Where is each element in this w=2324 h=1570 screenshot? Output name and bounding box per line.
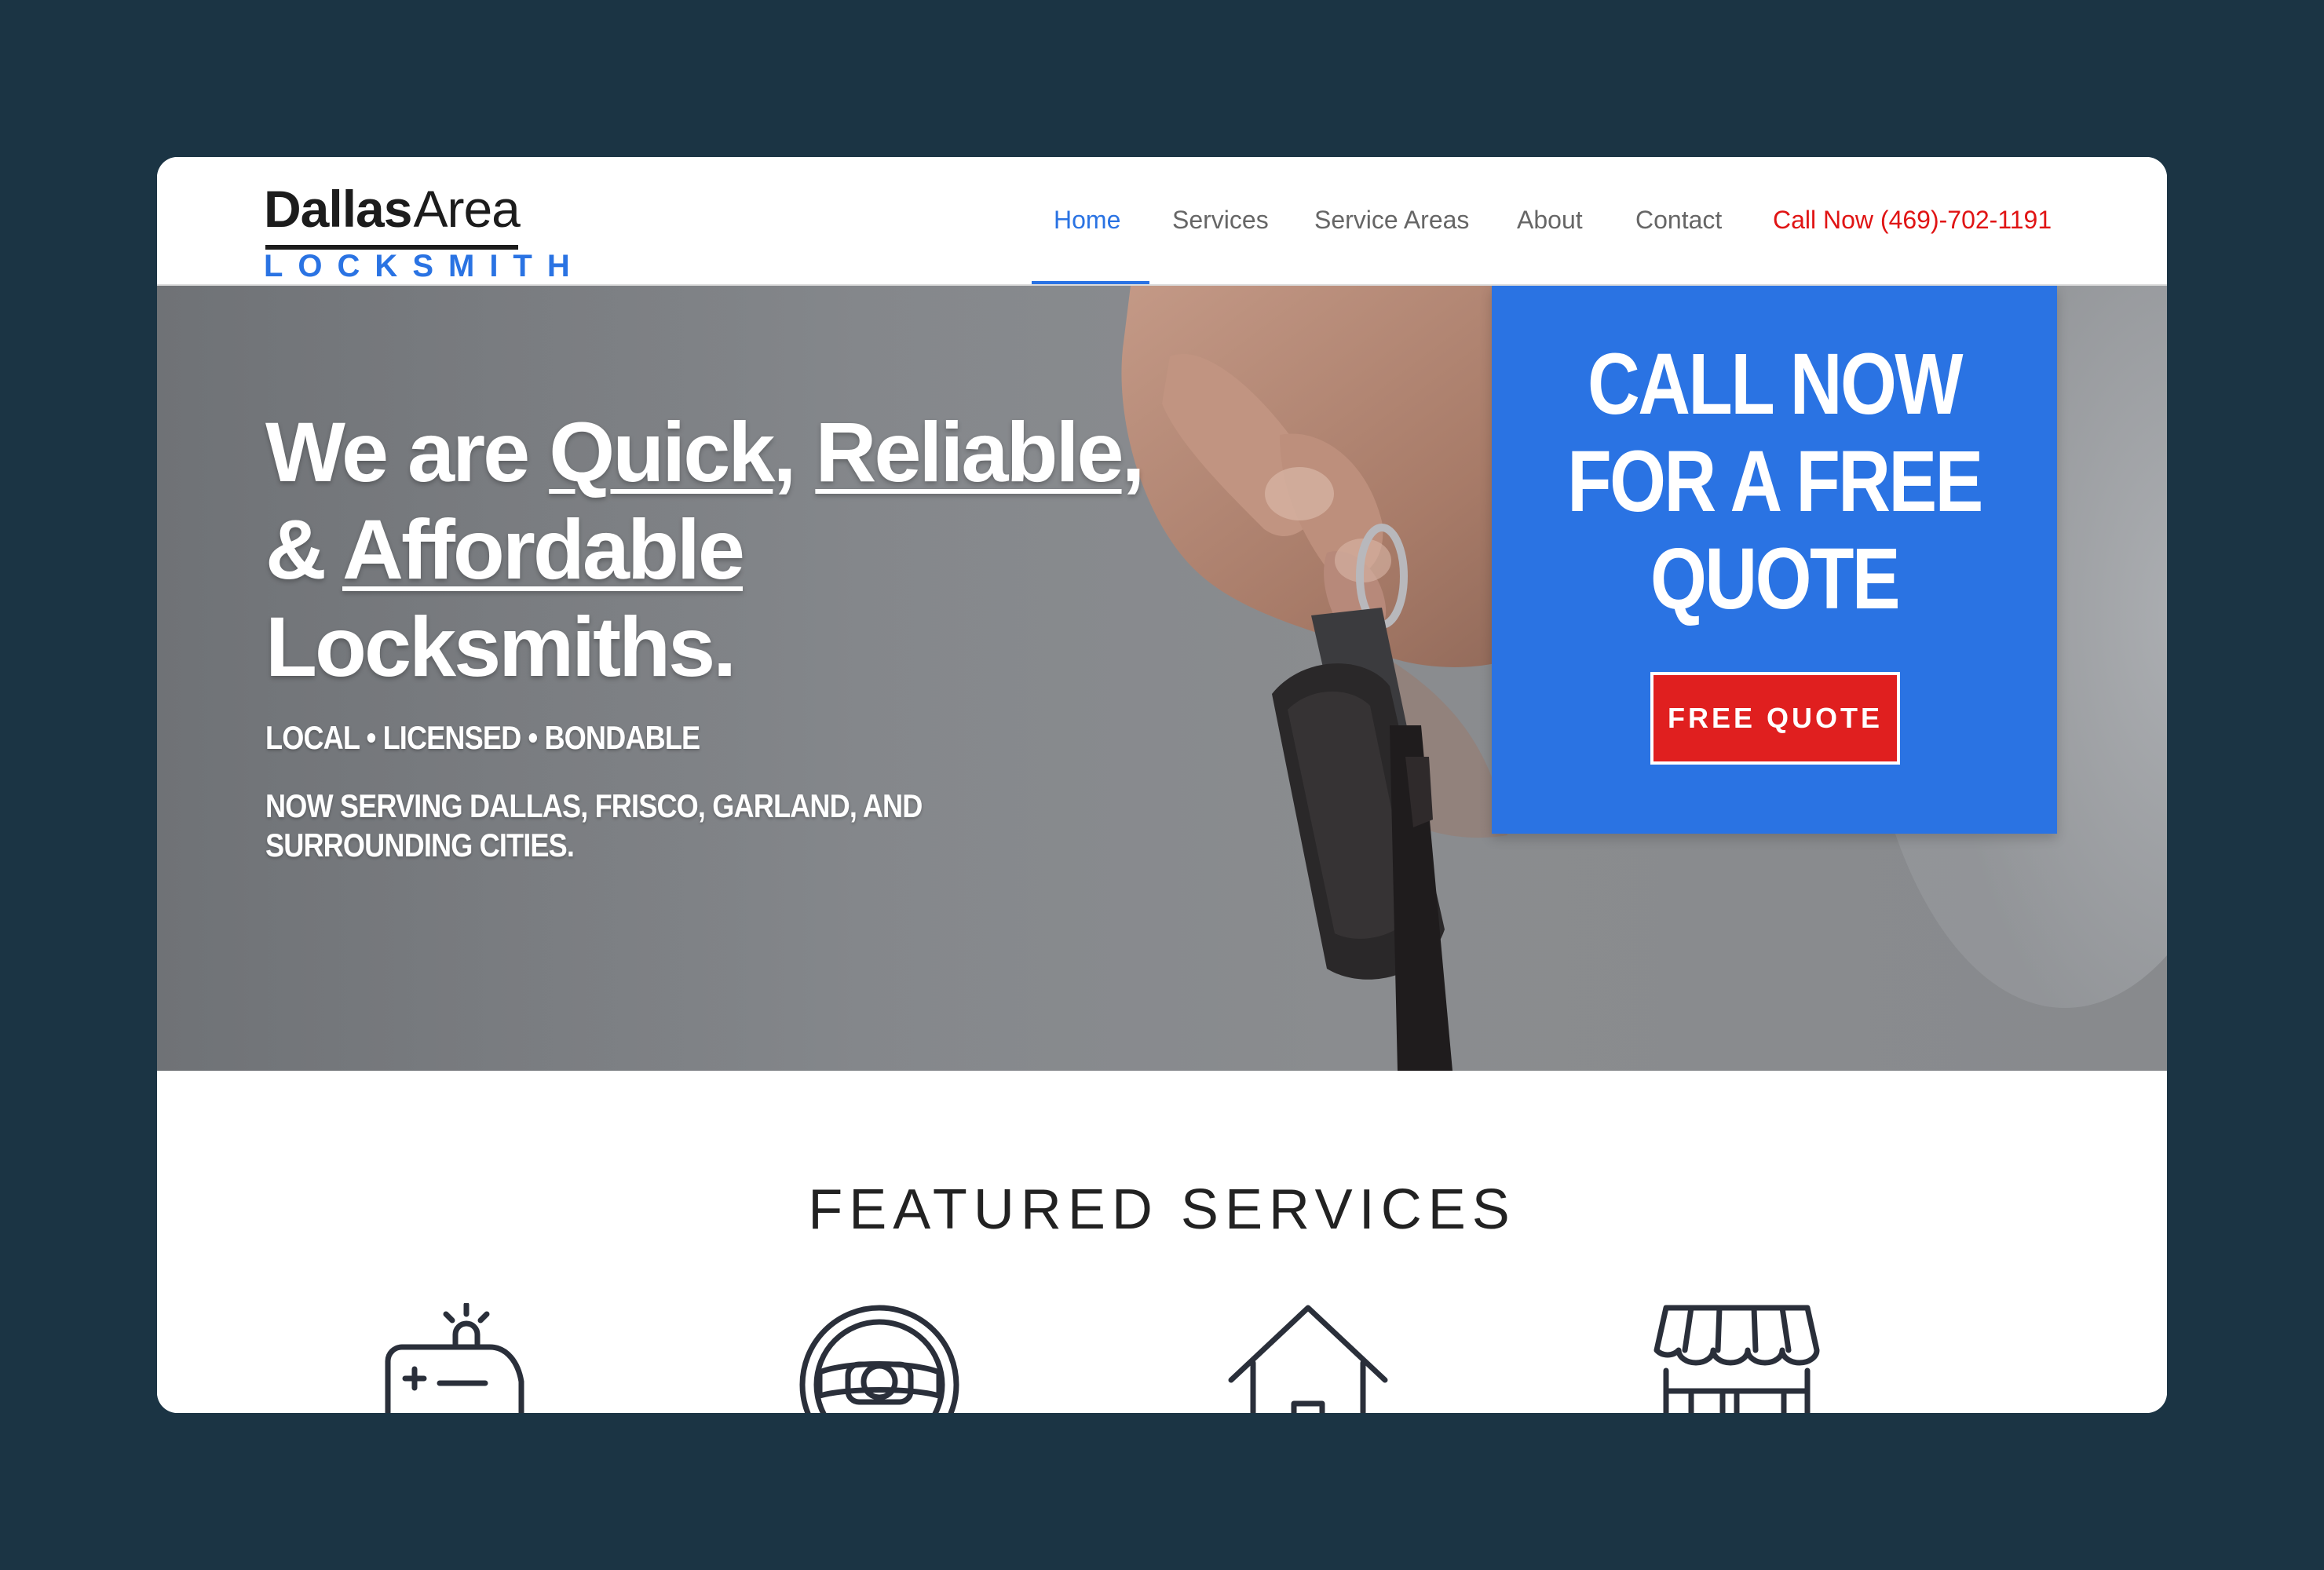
nav-about[interactable]: About <box>1517 198 1583 242</box>
free-quote-button[interactable]: FREE QUOTE <box>1650 672 1900 765</box>
headline-locksmiths: Locksmiths. <box>265 599 736 694</box>
hero-service-area: NOW SERVING DALLAS, FRISCO, GARLAND, AND… <box>265 787 923 864</box>
headline-affordable: Affordable <box>342 502 745 597</box>
house-icon[interactable] <box>1222 1303 1394 1413</box>
logo-locksmith: LOCKSMITH <box>264 249 585 283</box>
browser-card: DallasArea LOCKSMITH Home Services Servi… <box>157 157 2167 1413</box>
featured-services-title: FEATURED SERVICES <box>808 1178 1516 1241</box>
nav-home[interactable]: Home <box>1054 198 1120 242</box>
hero-section: We are Quick, Reliable, & Affordable Loc… <box>157 286 2167 1071</box>
site-header: DallasArea LOCKSMITH Home Services Servi… <box>157 157 2167 286</box>
storefront-icon[interactable] <box>1650 1303 1823 1413</box>
headline-comma-2: , <box>1121 404 1146 499</box>
steering-wheel-icon[interactable] <box>793 1303 966 1413</box>
nav-contact[interactable]: Contact <box>1635 198 1722 242</box>
headline-prefix: We are <box>265 404 550 499</box>
logo-wordmark: DallasArea <box>264 177 521 240</box>
logo-area: Area <box>413 180 520 238</box>
nav-services[interactable]: Services <box>1172 198 1269 242</box>
headline-comma-1: , <box>773 404 816 499</box>
cta-line-2: FOR A FREE <box>1567 433 1983 530</box>
cta-line-3: QUOTE <box>1650 531 1900 627</box>
cta-line-1: CALL NOW <box>1587 336 1964 433</box>
featured-services-section: FEATURED SERVICES <box>157 1071 2167 1413</box>
logo-dallas: Dallas <box>264 180 412 238</box>
hero-tagline: LOCAL • LICENSED • BONDABLE <box>265 719 700 756</box>
nav-service-areas[interactable]: Service Areas <box>1314 198 1469 242</box>
headline-ampersand: & <box>265 502 342 597</box>
nav-call-now[interactable]: Call Now (469)-702-1191 <box>1773 198 2052 242</box>
cta-title: CALL NOW FOR A FREE QUOTE <box>1537 336 2012 628</box>
headline-reliable: Reliable <box>815 404 1124 499</box>
ambulance-icon[interactable] <box>364 1303 537 1413</box>
hero-headline: We are Quick, Reliable, & Affordable Loc… <box>265 403 1286 696</box>
nav-active-indicator <box>1032 281 1149 284</box>
headline-quick: Quick <box>549 404 775 499</box>
hero-copy: We are Quick, Reliable, & Affordable Loc… <box>265 403 1286 865</box>
logo[interactable]: DallasArea LOCKSMITH <box>264 177 570 282</box>
quote-cta-panel: CALL NOW FOR A FREE QUOTE FREE QUOTE <box>1492 286 2057 834</box>
